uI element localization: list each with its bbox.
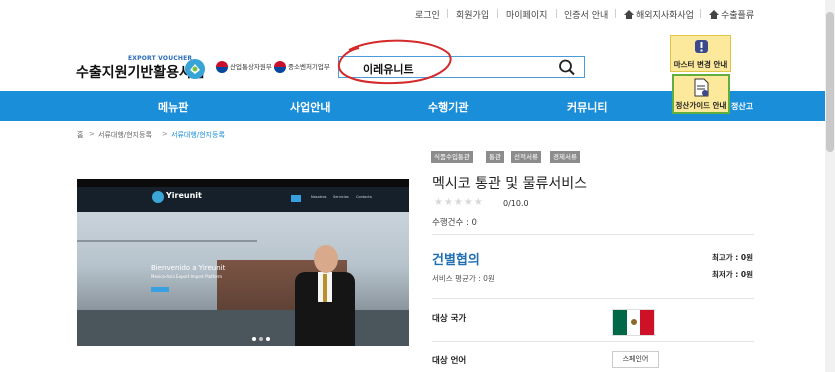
product-image: Yireunit Nosotros Servicios Contacto Bie… xyxy=(77,150,409,346)
nav-item-menu[interactable]: 메뉴판 xyxy=(158,99,188,115)
nav-item-business-info[interactable]: 사업안내 xyxy=(290,99,330,115)
image-hero-title: Bienvenido a Yireunit xyxy=(151,264,226,272)
mss-logo: 중소벤처기업부 xyxy=(274,61,330,73)
image-nav-button xyxy=(291,195,301,202)
utility-bar: 로그인 회원가입 마이페이지 인증서 안내 해외지사화사업 수출플류 xyxy=(0,0,835,28)
breadcrumb-home[interactable]: 홈 xyxy=(77,130,83,140)
image-water xyxy=(77,310,409,346)
taegeuk-icon xyxy=(274,61,286,73)
average-price: 서비스 평균가 : 0원 xyxy=(432,274,495,283)
login-link[interactable]: 로그인 xyxy=(415,8,440,21)
taegeuk-icon xyxy=(216,61,228,73)
breadcrumb-current[interactable]: 서류대행/현지등록 xyxy=(171,130,225,140)
motie-label: 산업통상자원부 xyxy=(230,63,272,71)
slider-dot xyxy=(259,337,263,341)
cert-guide-link[interactable]: 인증서 안내 xyxy=(564,8,608,21)
image-tie xyxy=(323,274,327,302)
nav-item-settlement[interactable]: 정산고 xyxy=(731,101,753,112)
nav-item-community[interactable]: 커뮤니티 xyxy=(567,99,607,115)
search-input[interactable]: 이레유니트 xyxy=(338,56,585,78)
settlement-guide-label: 정산가이드 안내 xyxy=(675,101,727,110)
divider xyxy=(432,234,754,235)
rating-stars: ★★★★★ xyxy=(434,197,484,208)
overseas-branch-link[interactable]: 해외지사화사업 xyxy=(624,8,694,21)
divider xyxy=(432,298,754,299)
mss-label: 중소벤처기업부 xyxy=(288,63,330,71)
mexico-flag-icon xyxy=(612,309,655,336)
min-price: 최저가 : 0원 xyxy=(711,270,753,279)
max-price: 최고가 : 0원 xyxy=(711,253,753,262)
divider xyxy=(556,9,557,18)
divider xyxy=(432,341,754,342)
search-icon[interactable] xyxy=(558,59,576,76)
logo-mark-icon xyxy=(185,59,205,79)
export-logistics-label: 수출플류 xyxy=(721,11,755,21)
divider xyxy=(615,9,616,18)
divider xyxy=(447,9,448,18)
image-nav-link: Nosotros xyxy=(311,195,327,199)
language-button[interactable]: 스페인어 xyxy=(612,351,659,368)
performance-count: 수행건수 : 0 xyxy=(432,218,477,228)
mypage-link[interactable]: 마이페이지 xyxy=(506,8,547,21)
image-top-band xyxy=(77,150,409,179)
home-icon xyxy=(624,10,634,19)
slider-dot xyxy=(266,337,270,341)
breadcrumb-separator: > xyxy=(162,130,168,138)
home-icon xyxy=(709,10,719,19)
alert-icon xyxy=(695,40,708,53)
search-value: 이레유니트 xyxy=(363,63,414,76)
image-nav-link: Contacto xyxy=(356,195,372,199)
scrollbar-thumb[interactable] xyxy=(826,12,834,152)
product-title: 멕시코 통관 및 물류서비스 xyxy=(432,176,588,192)
overseas-branch-label: 해외지사화사업 xyxy=(636,11,694,21)
slider-dot xyxy=(252,337,256,341)
rating-score: 0/10.0 xyxy=(503,199,529,208)
image-topbar xyxy=(77,179,409,187)
image-site-name: Yireunit xyxy=(166,191,202,200)
scrollbar[interactable] xyxy=(825,0,835,372)
master-change-guide-button[interactable]: 마스터 변경 안내 xyxy=(670,35,731,72)
image-nav-link: Servicios xyxy=(333,195,349,199)
yireunit-logo-icon xyxy=(152,191,164,203)
image-person-head xyxy=(314,245,338,273)
breadcrumb-separator: > xyxy=(89,130,95,138)
divider xyxy=(700,9,701,18)
target-country-label: 대상 국가 xyxy=(432,314,467,324)
tag: 경제서류 xyxy=(550,151,580,163)
motie-logo: 산업통상자원부 xyxy=(216,61,272,73)
tag: 통관 xyxy=(486,151,504,163)
image-cta-button xyxy=(151,287,169,292)
tag: 식품수입통관 xyxy=(431,151,473,163)
export-logistics-link[interactable]: 수출플류 xyxy=(709,8,754,21)
price: 건별협의 xyxy=(432,253,480,268)
master-change-guide-label: 마스터 변경 안내 xyxy=(673,60,728,69)
image-hero-subtitle: Mexico-Asia Export-Import Platform xyxy=(151,274,223,279)
nav-item-agencies[interactable]: 수행기관 xyxy=(428,99,468,115)
document-icon xyxy=(694,78,709,97)
tag: 선적서류 xyxy=(511,151,541,163)
target-language-label: 대상 언어 xyxy=(432,356,467,366)
breadcrumb-category[interactable]: 서류대행/현지등록 xyxy=(98,130,152,140)
image-navbar xyxy=(77,187,409,212)
logo-subtitle: EXPORT VOUCHER xyxy=(128,55,193,62)
signup-link[interactable]: 회원가입 xyxy=(456,8,489,21)
divider xyxy=(497,9,498,18)
settlement-guide-button[interactable]: 정산가이드 안내 xyxy=(672,74,730,114)
